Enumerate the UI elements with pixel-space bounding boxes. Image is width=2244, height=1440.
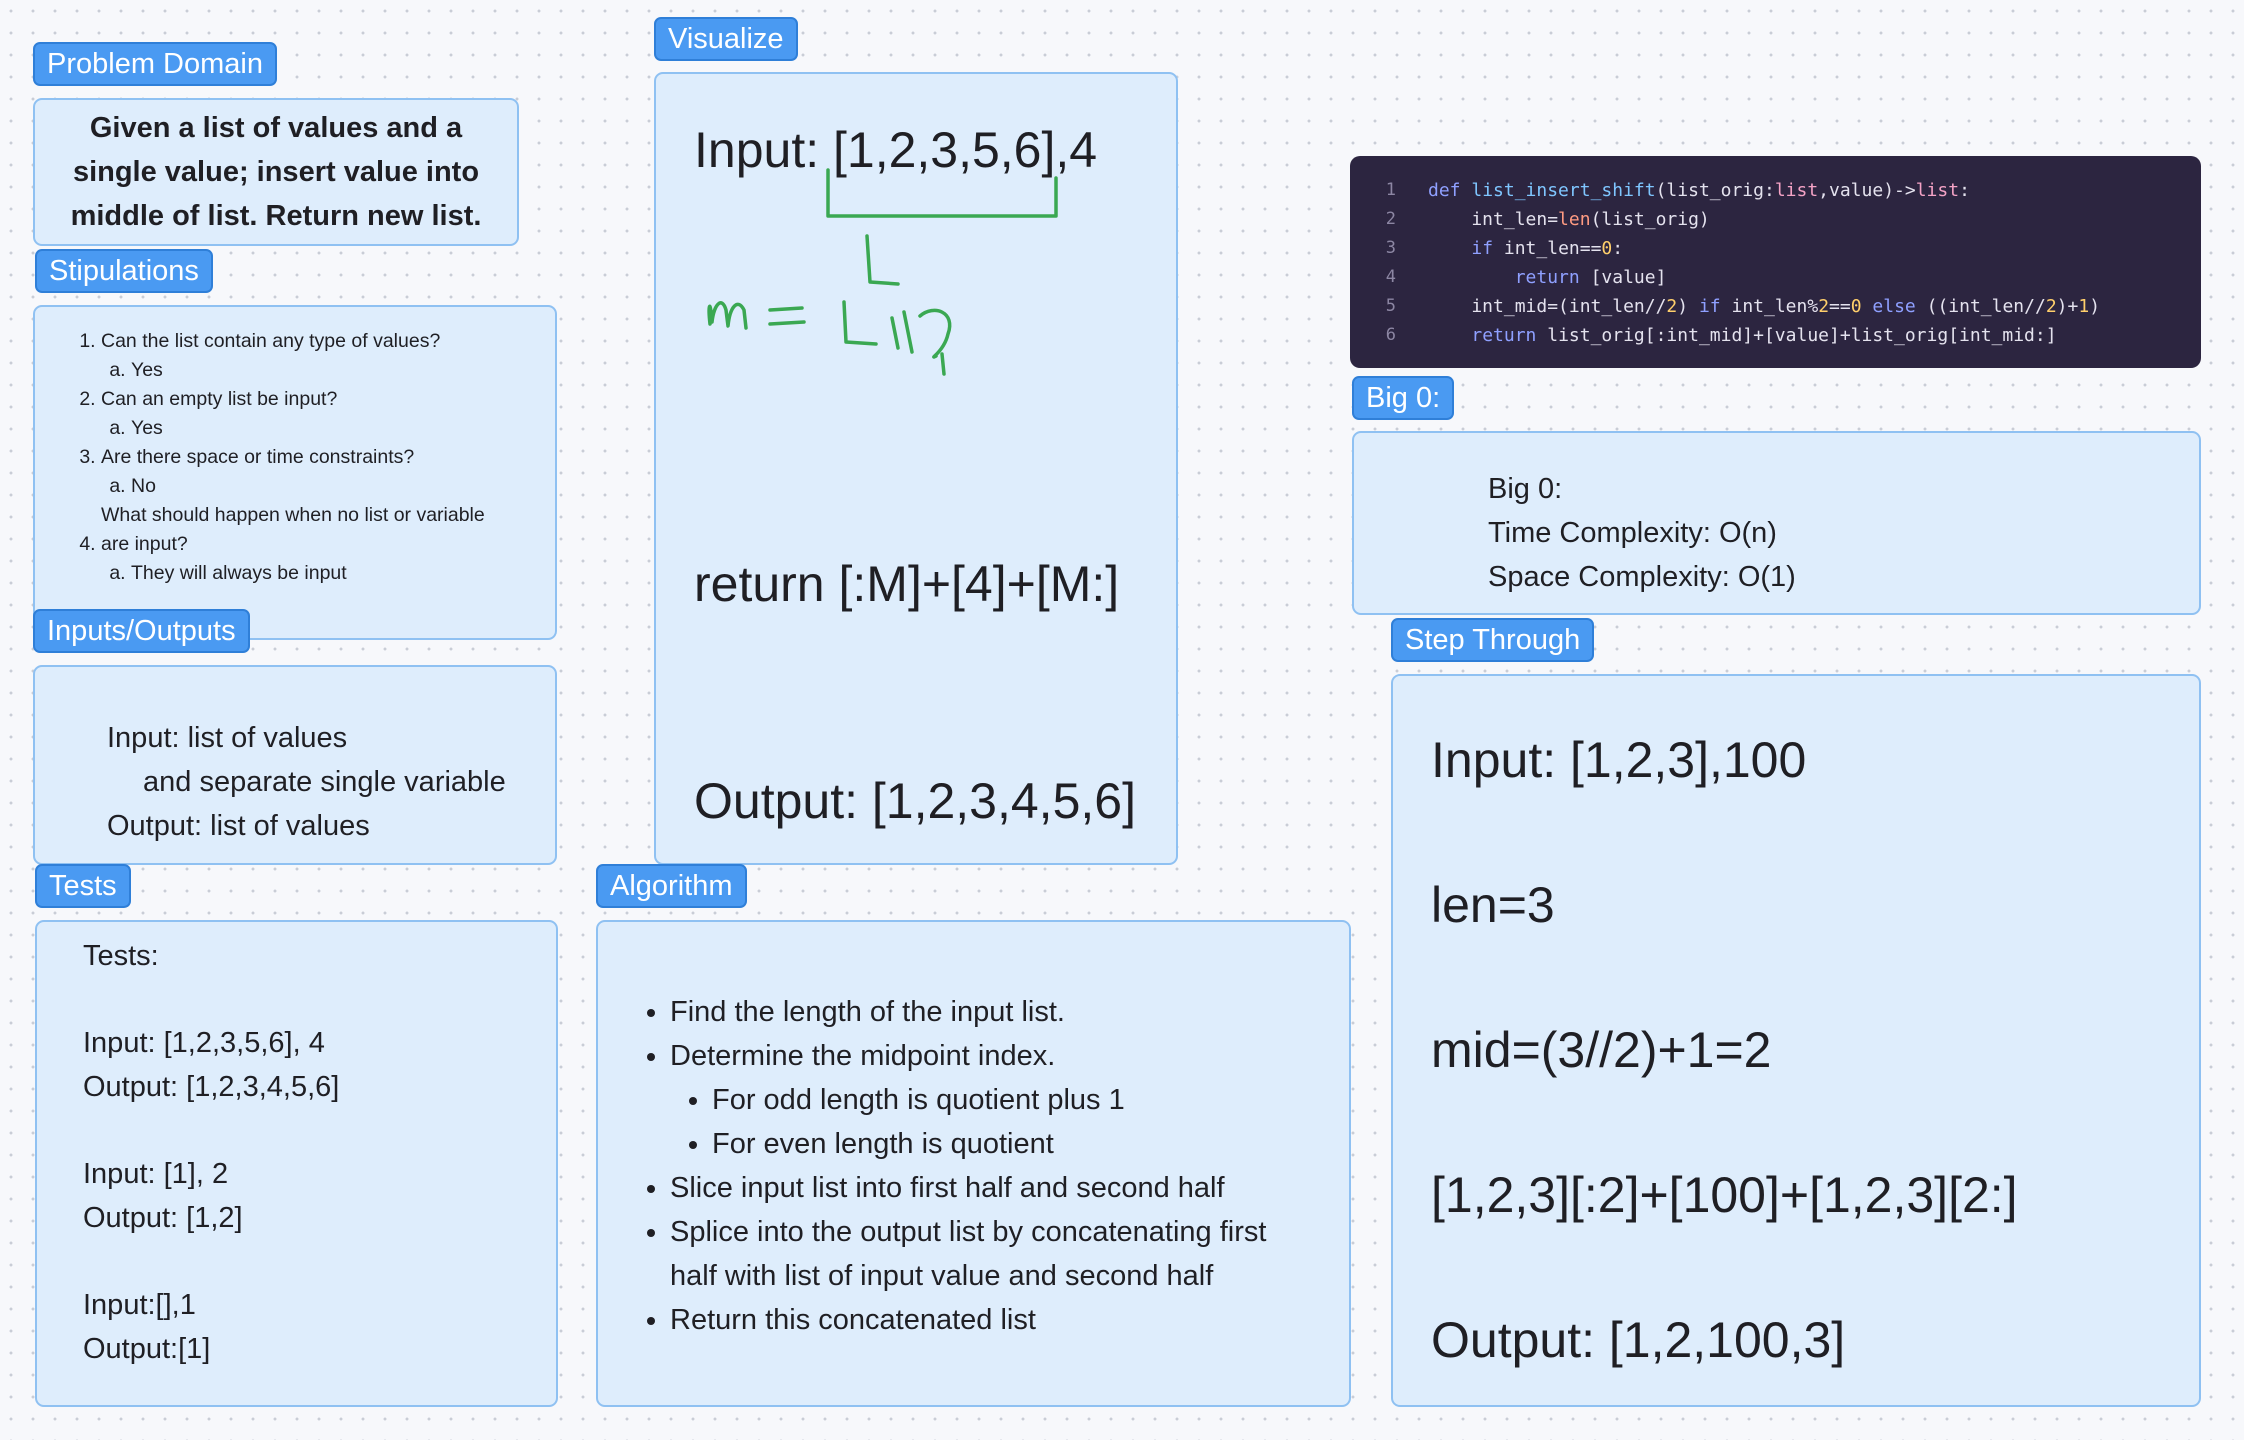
step-line: [1,2,3][:2]+[100]+[1,2,3][2:] [1431,1167,2018,1223]
code-line: 5 int_mid=(int_len//2) if int_len%2==0 e… [1385,296,2101,317]
problem-domain-tag[interactable]: Problem Domain [33,42,277,86]
stipulation-answer: Yes [131,356,551,385]
big-o-content: Big 0: Time Complexity: O(n) Space Compl… [1488,467,1796,599]
big-o-heading: Big 0: [1488,473,1563,505]
big-o-tag[interactable]: Big 0: [1352,376,1455,420]
test-output: Output: [1,2] [83,1202,243,1234]
inputs-outputs-tag[interactable]: Inputs/Outputs [33,609,250,653]
tests-tag[interactable]: Tests [35,864,131,908]
stipulation-answer: Yes [131,414,551,443]
algorithm-step: Slice input list into first half and sec… [670,1166,1320,1210]
step-line: len=3 [1431,877,1555,933]
stipulation-item: Are there space or time constraints? No [101,443,551,501]
handwritten-annotation [707,168,1058,376]
space-complexity: Space Complexity: O(1) [1488,561,1796,593]
algorithm-substep: For even length is quotient [712,1122,1320,1166]
algorithm-card[interactable]: Find the length of the input list. Deter… [596,920,1351,1407]
stipulation-answer: No [131,472,551,501]
algorithm-substep: For odd length is quotient plus 1 [712,1078,1320,1122]
algorithm-step: Determine the midpoint index. For odd le… [670,1034,1320,1166]
io-output: Output: list of values [107,810,370,842]
inputs-outputs-card[interactable]: Input: list of values and separate singl… [33,665,557,865]
tests-title: Tests: [83,940,159,972]
problem-domain-card[interactable]: Given a list of values and a single valu… [33,98,519,246]
stipulation-item: What should happen when no list or varia… [101,501,551,588]
stipulations-card[interactable]: Can the list contain any type of values?… [33,305,557,640]
stipulation-item: Can an empty list be input? Yes [101,385,551,443]
code-line: 1 def list_insert_shift(list_orig:list,va… [1385,180,1970,201]
code-line: 4 return [value] [1385,267,1667,288]
algorithm-list: Find the length of the input list. Deter… [640,990,1320,1342]
visualize-card[interactable]: Input: [1,2,3,5,6],4 return [:M]+[4]+[M:… [654,72,1178,865]
tests-card[interactable]: Tests: Input: [1,2,3,5,6], 4 Output: [1,… [35,920,558,1407]
stipulations-list: Can the list contain any type of values?… [71,327,551,588]
code-line: 3 if int_len==0: [1385,238,1624,259]
problem-domain-text: Given a list of values and a single valu… [70,112,482,232]
test-input: Input:[],1 [83,1289,196,1321]
io-input: Input: list of values [107,722,348,754]
test-input: Input: [1,2,3,5,6], 4 [83,1027,325,1059]
stipulation-item: Can the list contain any type of values?… [101,327,551,385]
visualize-tag[interactable]: Visualize [654,17,798,61]
code-line: 2 int_len=len(list_orig) [1385,209,1710,230]
big-o-card[interactable]: Big 0: Time Complexity: O(n) Space Compl… [1352,431,2201,615]
algorithm-step: Splice into the output list by concatena… [670,1210,1320,1298]
step-through-tag[interactable]: Step Through [1391,618,1595,662]
visualize-return: return [:M]+[4]+[M:] [694,556,1120,612]
algorithm-step: Return this concatenated list [670,1298,1320,1342]
code-block[interactable]: 1 def list_insert_shift(list_orig:list,va… [1350,156,2201,368]
visualize-output: Output: [1,2,3,4,5,6] [694,773,1136,829]
step-through-card[interactable]: Input: [1,2,3],100 len=3 mid=(3//2)+1=2 … [1391,674,2201,1407]
step-line: Input: [1,2,3],100 [1431,732,1807,788]
step-line: Output: [1,2,100,3] [1431,1312,1846,1368]
step-line: mid=(3//2)+1=2 [1431,1022,1772,1078]
code-line: 6 return list_orig[:int_mid]+[value]+lis… [1385,325,2057,346]
test-output: Output: [1,2,3,4,5,6] [83,1071,340,1103]
stipulations-tag[interactable]: Stipulations [35,249,213,293]
stipulation-answer: They will always be input [131,559,551,588]
io-input-cont: and separate single variable [143,766,506,798]
test-input: Input: [1], 2 [83,1158,229,1190]
test-output: Output:[1] [83,1333,211,1365]
tests-content: Tests: Input: [1,2,3,5,6], 4 Output: [1,… [83,934,339,1371]
algorithm-tag[interactable]: Algorithm [596,864,747,908]
algorithm-step: Find the length of the input list. [670,990,1320,1034]
time-complexity: Time Complexity: O(n) [1488,517,1777,549]
